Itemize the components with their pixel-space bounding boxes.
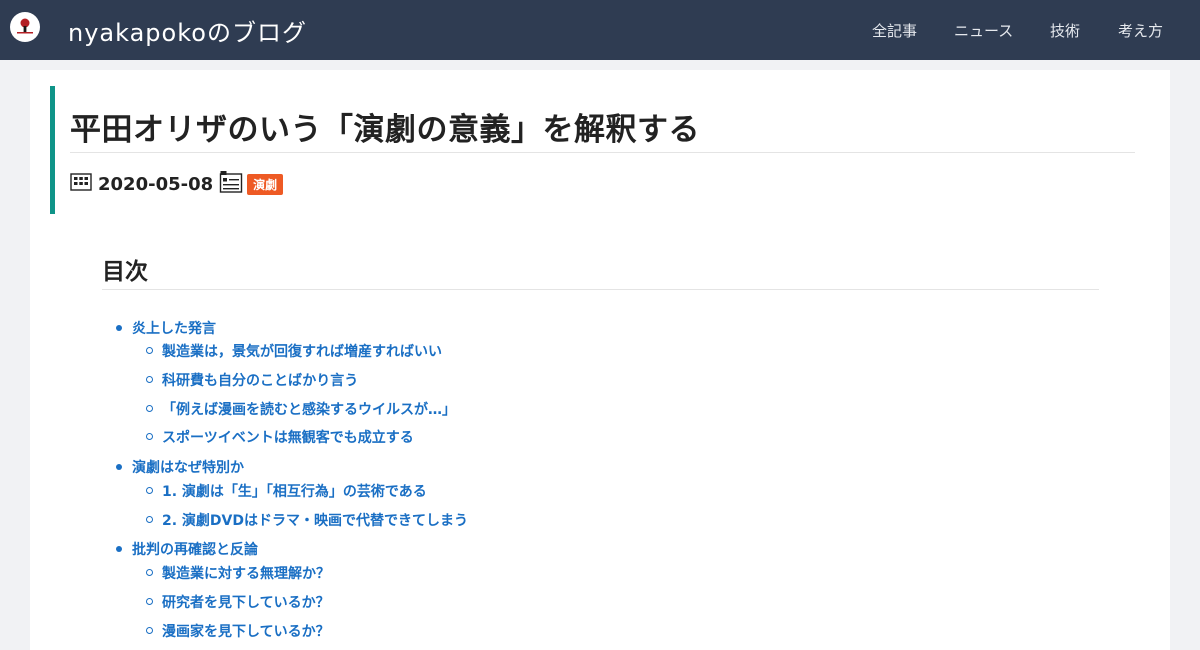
- post-meta: 2020-05-08 演劇: [70, 170, 284, 198]
- article-card: 平田オリザのいう「演劇の意義」を解釈する 2020-05-08 演劇 目次 炎上…: [30, 70, 1170, 650]
- toc-sub-bullet: [146, 433, 153, 441]
- toc-subsection-link[interactable]: 漫画家を見下しているか？: [162, 621, 330, 641]
- toc-subsection-link[interactable]: 科研費も自分のことばかり言う: [162, 370, 358, 390]
- nav-link-news[interactable]: ニュース: [954, 20, 1013, 41]
- toc-section-link[interactable]: 炎上した発言: [132, 318, 216, 338]
- top-navbar: nyakapokoのブログ 全記事 ニュース 技術 考え方: [0, 0, 1200, 60]
- category-tag[interactable]: 演劇: [247, 173, 284, 195]
- toc-subsection-link[interactable]: 2. 演劇DVDはドラマ・映画で代替できてしまう: [162, 510, 468, 530]
- toc-sub-bullet: [146, 569, 153, 576]
- toc-bullet: [116, 464, 122, 470]
- site-title[interactable]: nyakapokoのブログ: [68, 13, 307, 48]
- toc-sub-bullet: [146, 626, 153, 634]
- category-icon: [219, 170, 243, 198]
- toc-subsection-link[interactable]: 「例えば漫画を読むと感染するウイルスが…」: [162, 399, 456, 419]
- toc-subsection-link[interactable]: スポーツイベントは無観客でも成立する: [162, 427, 414, 447]
- toc-subsection-link[interactable]: 1. 演劇は「生」「相互行為」の芸術である: [162, 481, 427, 501]
- post-date: 2020-05-08: [98, 173, 214, 195]
- toc-bullet: [116, 546, 122, 552]
- toc-sub-bullet: [146, 515, 153, 523]
- toc-divider: [102, 289, 1099, 290]
- toc-subsection-link[interactable]: 製造業に対する無理解か？: [162, 563, 330, 583]
- toc-sub-bullet: [146, 487, 153, 494]
- nav-link-all-posts[interactable]: 全記事: [872, 20, 917, 41]
- toc-sub-bullet: [146, 347, 153, 354]
- toc-bullet: [116, 325, 122, 331]
- toc-sub-bullet: [146, 375, 153, 383]
- title-accent-bar: [50, 86, 55, 214]
- post-title: 平田オリザのいう「演劇の意義」を解釈する: [70, 112, 700, 148]
- toc-sub-bullet: [146, 404, 153, 412]
- nav-link-tech[interactable]: 技術: [1050, 20, 1080, 41]
- toc-subsection-link[interactable]: 研究者を見下しているか？: [162, 592, 330, 612]
- toc-subsection-link[interactable]: 製造業は，景気が回復すれば増産すればいい: [162, 341, 442, 361]
- toc-sub-bullet: [146, 597, 153, 605]
- site-logo[interactable]: [10, 12, 40, 42]
- nav-link-thinking[interactable]: 考え方: [1118, 20, 1163, 41]
- calendar-icon: [70, 172, 92, 196]
- title-divider: [70, 152, 1135, 153]
- toc-section-link[interactable]: 批判の再確認と反論: [132, 539, 258, 559]
- toc-heading: 目次: [102, 259, 148, 285]
- toc-section-link[interactable]: 演劇はなぜ特別か: [132, 457, 244, 477]
